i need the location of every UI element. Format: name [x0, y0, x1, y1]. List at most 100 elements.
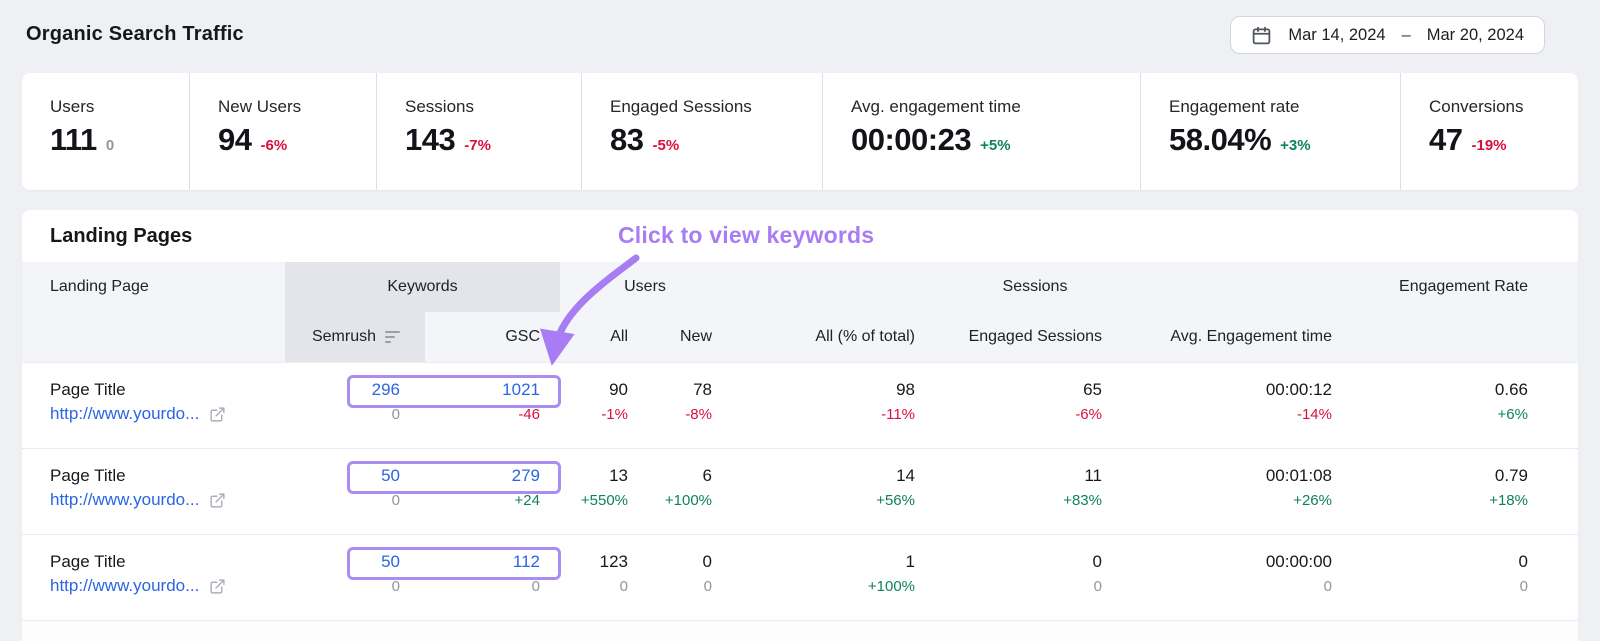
stat-value: 58.04%: [1169, 122, 1271, 158]
avg-engagement-time-cell: 00:00:12 -14%: [1110, 363, 1340, 448]
sessions-all-delta: +56%: [730, 489, 915, 511]
users-new-delta: -8%: [640, 403, 712, 425]
stats-summary-card: Users 111 0 New Users 94 -6% Sessions 14…: [22, 73, 1578, 190]
top-header: Organic Search Traffic Mar 14, 2024 – Ma…: [0, 0, 1600, 64]
engagement-rate-delta: 0: [1340, 575, 1528, 597]
stat-delta: +5%: [980, 137, 1010, 154]
stat-label: New Users: [218, 97, 376, 117]
table-sub-header-row: Semrush GSC All New All (% of total) Eng…: [22, 312, 1578, 362]
organic-search-traffic-page: { "header": { "title": "Organic Search T…: [0, 0, 1600, 641]
landing-pages-card: Landing Pages Landing Page Keywords User…: [22, 210, 1578, 641]
column-header-avg-engagement-time: Avg. Engagement time: [1110, 312, 1340, 362]
gsc-keywords-delta: -46: [425, 403, 540, 425]
gsc-keywords-cell: 1021 -46: [425, 363, 560, 448]
sessions-all-value: 98: [730, 377, 915, 403]
landing-page-cell: Page Title http://www.yourdo...: [22, 363, 285, 448]
users-all-delta: 0: [560, 575, 628, 597]
sessions-all-cell: 1 +100%: [730, 535, 925, 620]
date-range-separator: –: [1402, 26, 1411, 45]
users-new-cell: 0 0: [640, 535, 730, 620]
sessions-all-cell: 98 -11%: [730, 363, 925, 448]
stat-label: Sessions: [405, 97, 581, 117]
users-all-cell: 90 -1%: [560, 363, 640, 448]
column-header-gsc: GSC: [425, 312, 560, 362]
stat-label: Users: [50, 97, 189, 117]
stat-new-users: New Users 94 -6%: [189, 73, 376, 190]
semrush-header-label: Semrush: [312, 328, 376, 346]
external-link-icon[interactable]: [209, 406, 226, 423]
stat-label: Conversions: [1429, 97, 1578, 117]
gsc-keywords-link[interactable]: 112: [425, 549, 540, 575]
semrush-keywords-cell: 296 0: [285, 363, 425, 448]
date-range-end: Mar 20, 2024: [1427, 26, 1524, 45]
avg-engagement-time-value: 00:01:08: [1110, 463, 1332, 489]
semrush-keywords-cell: 50 0: [285, 535, 425, 620]
stat-delta: -19%: [1471, 137, 1506, 154]
semrush-keywords-link[interactable]: 50: [285, 463, 400, 489]
column-header-landing-page: Landing Page: [22, 262, 285, 312]
users-all-cell: 13 +550%: [560, 449, 640, 534]
page-url-link[interactable]: http://www.yourdo...: [50, 574, 199, 598]
sessions-all-delta: -11%: [730, 403, 915, 425]
table-bottom-divider: [22, 620, 1578, 641]
date-range-picker[interactable]: Mar 14, 2024 – Mar 20, 2024: [1230, 16, 1545, 54]
users-all-delta: -1%: [560, 403, 628, 425]
gsc-keywords-cell: 112 0: [425, 535, 560, 620]
landing-page-cell: Page Title http://www.yourdo...: [22, 449, 285, 534]
engagement-rate-value: 0: [1340, 549, 1528, 575]
column-group-users: Users: [560, 262, 730, 312]
sessions-all-cell: 14 +56%: [730, 449, 925, 534]
stat-delta: -7%: [464, 137, 491, 154]
calendar-icon: [1251, 25, 1272, 46]
column-header-users-all: All: [560, 312, 640, 362]
stat-delta: 0: [106, 137, 114, 154]
stat-value: 00:00:23: [851, 122, 971, 158]
page-title: Organic Search Traffic: [26, 23, 244, 46]
engagement-rate-value: 0.79: [1340, 463, 1528, 489]
gsc-keywords-link[interactable]: 1021: [425, 377, 540, 403]
gsc-keywords-link[interactable]: 279: [425, 463, 540, 489]
engaged-sessions-value: 65: [925, 377, 1102, 403]
sort-icon[interactable]: [385, 331, 400, 343]
landing-page-cell: Page Title http://www.yourdo...: [22, 535, 285, 620]
stat-engagement-rate: Engagement rate 58.04% +3%: [1140, 73, 1400, 190]
gsc-keywords-cell: 279 +24: [425, 449, 560, 534]
gsc-keywords-delta: +24: [425, 489, 540, 511]
users-new-value: 0: [640, 549, 712, 575]
page-title-text: Page Title: [50, 463, 285, 489]
engaged-sessions-delta: +83%: [925, 489, 1102, 511]
engaged-sessions-delta: 0: [925, 575, 1102, 597]
page-url-link[interactable]: http://www.yourdo...: [50, 402, 199, 426]
engagement-rate-value: 0.66: [1340, 377, 1528, 403]
page-url-link[interactable]: http://www.yourdo...: [50, 488, 199, 512]
stat-sessions: Sessions 143 -7%: [376, 73, 581, 190]
semrush-keywords-delta: 0: [285, 575, 400, 597]
engagement-rate-delta: +6%: [1340, 403, 1528, 425]
semrush-keywords-link[interactable]: 296: [285, 377, 400, 403]
column-header-semrush[interactable]: Semrush: [285, 312, 425, 362]
avg-engagement-time-delta: -14%: [1110, 403, 1332, 425]
page-title-text: Page Title: [50, 549, 285, 575]
stat-value: 143: [405, 122, 455, 158]
external-link-icon[interactable]: [209, 578, 226, 595]
column-group-keywords: Keywords: [285, 262, 560, 312]
engagement-rate-cell: 0.66 +6%: [1340, 363, 1578, 448]
avg-engagement-time-delta: +26%: [1110, 489, 1332, 511]
stat-delta: -5%: [652, 137, 679, 154]
stat-delta: +3%: [1280, 137, 1310, 154]
stat-value: 111: [50, 122, 97, 158]
semrush-keywords-link[interactable]: 50: [285, 549, 400, 575]
column-header-users-new: New: [640, 312, 730, 362]
users-new-cell: 78 -8%: [640, 363, 730, 448]
stat-users: Users 111 0: [22, 73, 189, 190]
stat-value: 83: [610, 122, 643, 158]
users-all-value: 90: [560, 377, 628, 403]
avg-engagement-time-value: 00:00:12: [1110, 377, 1332, 403]
external-link-icon[interactable]: [209, 492, 226, 509]
stat-value: 94: [218, 122, 251, 158]
stat-label: Avg. engagement time: [851, 97, 1140, 117]
stat-label: Engagement rate: [1169, 97, 1400, 117]
column-group-sessions: Sessions: [730, 262, 1340, 312]
engagement-rate-delta: +18%: [1340, 489, 1528, 511]
gsc-keywords-delta: 0: [425, 575, 540, 597]
